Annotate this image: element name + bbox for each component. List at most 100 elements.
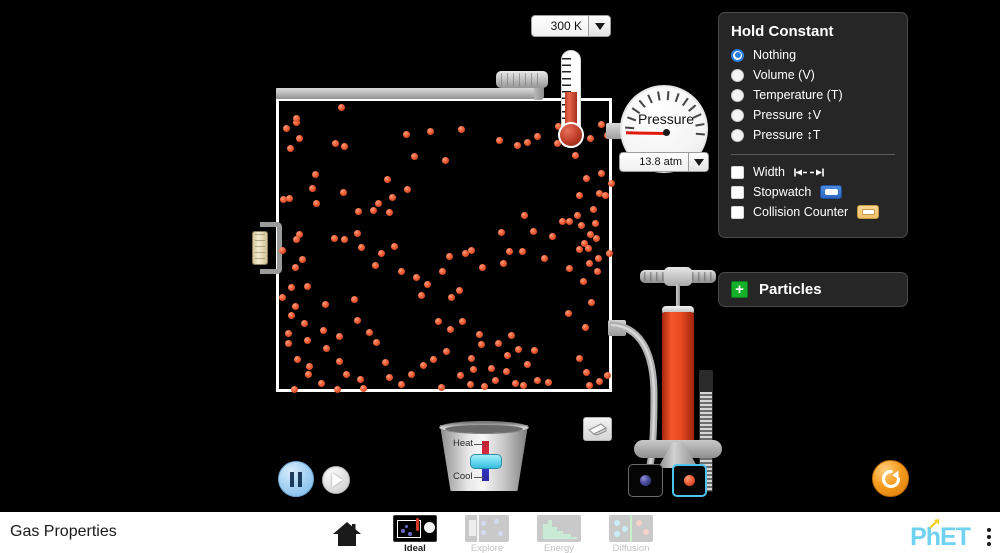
gas-particle bbox=[338, 104, 345, 111]
checkbox-collision-counter[interactable]: Collision Counter bbox=[731, 205, 895, 219]
heat-cool-slider-knob[interactable] bbox=[470, 454, 502, 469]
kebab-menu-icon[interactable] bbox=[987, 528, 991, 546]
heat-cool-control[interactable]: Heat Cool bbox=[440, 421, 528, 493]
radio-icon bbox=[731, 69, 744, 82]
gas-particle bbox=[336, 333, 343, 340]
gas-particle bbox=[545, 379, 552, 386]
radio-label: Pressure ↕V bbox=[753, 108, 821, 122]
gas-particle bbox=[602, 192, 609, 199]
tab-label: Diffusion bbox=[613, 543, 650, 553]
heavy-particle-button[interactable] bbox=[628, 464, 663, 497]
gas-particle bbox=[581, 240, 588, 247]
tab-energy-thumb bbox=[537, 515, 581, 542]
bicycle-pump[interactable] bbox=[634, 264, 722, 456]
tab-label: Energy bbox=[544, 543, 574, 553]
radio-label: Temperature (T) bbox=[753, 88, 843, 102]
eraser-button[interactable] bbox=[583, 417, 612, 441]
gas-particle bbox=[360, 385, 367, 392]
particles-panel[interactable]: + Particles bbox=[718, 272, 908, 307]
gas-particle bbox=[286, 195, 293, 202]
home-icon bbox=[332, 521, 362, 547]
gas-particle bbox=[503, 368, 510, 375]
radio-volume[interactable]: Volume (V) bbox=[731, 68, 895, 82]
gas-particle bbox=[279, 294, 286, 301]
tab-explore[interactable]: Explore bbox=[461, 512, 513, 553]
gas-particle bbox=[334, 386, 341, 393]
navigation-bar: Gas Properties Ideal bbox=[0, 512, 1000, 553]
gas-particle bbox=[576, 192, 583, 199]
gas-particle bbox=[309, 185, 316, 192]
gas-particle bbox=[534, 377, 541, 384]
gas-particle bbox=[530, 228, 537, 235]
pressure-readout[interactable]: 13.8 atm bbox=[619, 152, 709, 172]
reset-icon bbox=[879, 467, 903, 491]
gas-particle bbox=[372, 262, 379, 269]
gas-particle bbox=[382, 359, 389, 366]
radio-pressure-t[interactable]: Pressure ↕T bbox=[731, 128, 895, 142]
gas-particle bbox=[438, 384, 445, 391]
gas-particle bbox=[285, 330, 292, 337]
gas-particle bbox=[534, 133, 541, 140]
pressure-units-dropdown[interactable] bbox=[688, 153, 708, 171]
checkbox-icon bbox=[731, 206, 744, 219]
gas-particle bbox=[608, 180, 615, 187]
checkbox-label: Stopwatch bbox=[753, 185, 811, 199]
gas-particle bbox=[343, 371, 350, 378]
radio-temperature[interactable]: Temperature (T) bbox=[731, 88, 895, 102]
pause-icon bbox=[290, 472, 302, 487]
step-forward-button[interactable] bbox=[322, 466, 350, 494]
radio-nothing[interactable]: Nothing bbox=[731, 48, 895, 62]
gas-particle bbox=[304, 337, 311, 344]
phet-gas-properties-app: 300 K Pressure bbox=[0, 0, 1000, 553]
gas-particle bbox=[565, 310, 572, 317]
gas-particle bbox=[578, 222, 585, 229]
gas-particle bbox=[541, 255, 548, 262]
gas-particle bbox=[500, 260, 507, 267]
tab-ideal[interactable]: Ideal bbox=[389, 512, 441, 553]
gas-particle bbox=[354, 230, 361, 237]
tab-energy[interactable]: Energy bbox=[533, 512, 585, 553]
gas-particle bbox=[439, 268, 446, 275]
checkbox-width[interactable]: Width bbox=[731, 165, 895, 179]
page-title: Gas Properties bbox=[10, 523, 117, 541]
gas-particle bbox=[508, 332, 515, 339]
play-pause-button[interactable] bbox=[278, 461, 314, 497]
phet-logo[interactable]: P h ET bbox=[910, 525, 970, 550]
checkbox-stopwatch[interactable]: Stopwatch bbox=[731, 185, 895, 199]
home-button[interactable] bbox=[325, 512, 369, 553]
temperature-units-dropdown[interactable] bbox=[588, 16, 610, 36]
temperature-value: 300 K bbox=[532, 19, 588, 33]
checkbox-icon bbox=[731, 186, 744, 199]
gas-particle bbox=[447, 326, 454, 333]
tab-label: Ideal bbox=[404, 543, 426, 553]
radio-pressure-v[interactable]: Pressure ↕V bbox=[731, 108, 895, 122]
gas-particle bbox=[355, 208, 362, 215]
gas-particle bbox=[586, 260, 593, 267]
gas-particle bbox=[448, 294, 455, 301]
temperature-readout[interactable]: 300 K bbox=[531, 15, 611, 37]
plus-icon[interactable]: + bbox=[731, 281, 748, 298]
gas-particle bbox=[598, 170, 605, 177]
gas-particle bbox=[495, 340, 502, 347]
light-particle-button[interactable] bbox=[672, 464, 707, 497]
gas-particle bbox=[498, 229, 505, 236]
gas-particle bbox=[293, 236, 300, 243]
phet-logo-text: P bbox=[910, 525, 926, 550]
gas-particle bbox=[366, 329, 373, 336]
collision-counter-icon bbox=[857, 205, 879, 219]
gas-particle bbox=[384, 176, 391, 183]
gas-particle bbox=[604, 372, 611, 379]
gas-particle bbox=[595, 255, 602, 262]
gas-particle bbox=[435, 318, 442, 325]
gas-particle bbox=[357, 376, 364, 383]
checkbox-icon bbox=[731, 166, 744, 179]
gas-particle bbox=[596, 378, 603, 385]
gas-particle bbox=[280, 196, 287, 203]
gas-particle bbox=[492, 377, 499, 384]
gas-particle bbox=[424, 281, 431, 288]
gas-particle bbox=[470, 366, 477, 373]
gas-particle bbox=[341, 143, 348, 150]
chevron-down-icon bbox=[595, 23, 605, 30]
reset-all-button[interactable] bbox=[872, 460, 909, 497]
tab-diffusion[interactable]: Diffusion bbox=[605, 512, 657, 553]
